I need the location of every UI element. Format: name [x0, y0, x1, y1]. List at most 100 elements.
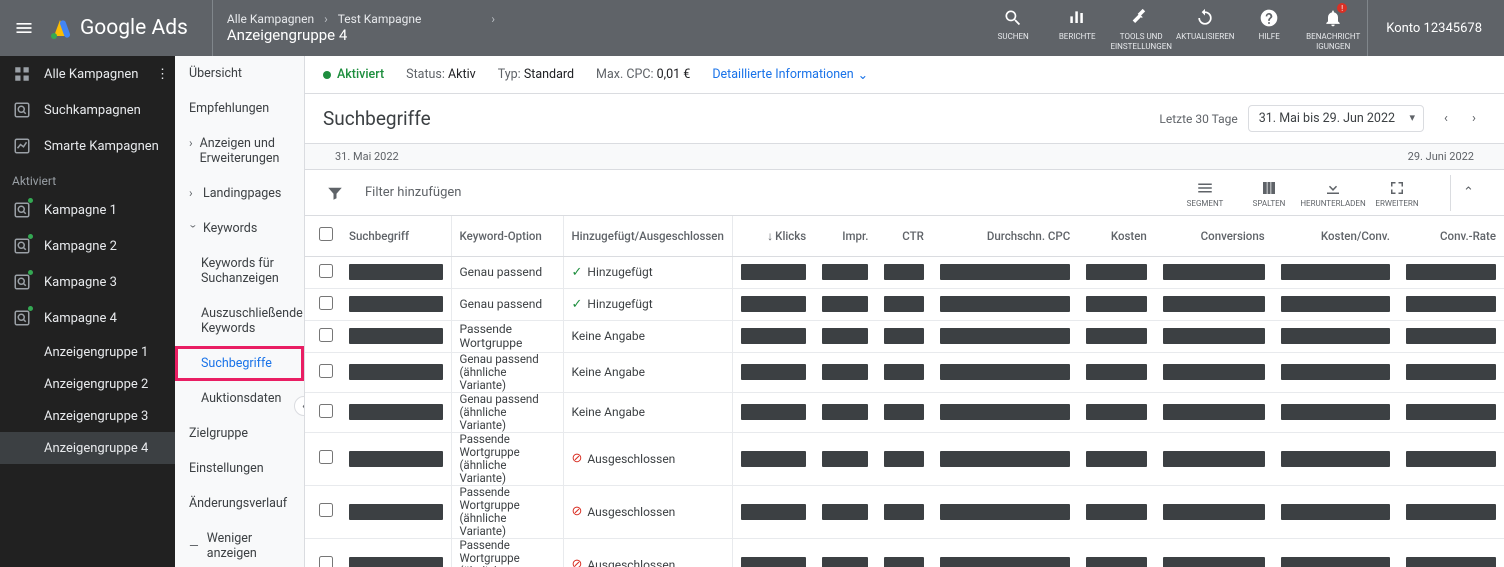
column-header[interactable]: Suchbegriff: [341, 216, 451, 256]
tool-segment-button[interactable]: SEGMENT: [1176, 176, 1234, 210]
table-row: Passende Wortgruppe(ähnliche Variante)⊘A…: [305, 485, 1504, 538]
breadcrumb-root[interactable]: Alle Kampagnen: [227, 12, 314, 26]
nav2-item[interactable]: Änderungsverlauf: [175, 486, 304, 521]
nav1-campaign[interactable]: Kampagne 1: [0, 192, 175, 228]
nav1-campaign[interactable]: Kampagne 2: [0, 228, 175, 264]
redacted-value: [884, 557, 923, 567]
nav2-subitem[interactable]: Auszuschließende Keywords: [175, 296, 304, 346]
column-header[interactable]: Kosten: [1078, 216, 1155, 256]
status-dot-icon: [28, 306, 33, 311]
nav2-item[interactable]: Übersicht: [175, 56, 304, 91]
date-range-selector[interactable]: 31. Mai bis 29. Jun 2022: [1248, 105, 1424, 132]
column-header[interactable]: Durchschn. CPC: [932, 216, 1078, 256]
redacted-value: [1406, 296, 1496, 312]
block-icon: ⊘: [572, 451, 583, 466]
column-header[interactable]: Kosten/Conv.: [1273, 216, 1398, 256]
redacted-value: [940, 264, 1070, 280]
nav2-show-less[interactable]: Weniger anzeigen: [175, 521, 304, 567]
nav1-item-suchkampagnen[interactable]: Suchkampagnen: [0, 92, 175, 128]
select-all-checkbox[interactable]: [319, 227, 333, 241]
redacted-value: [1163, 328, 1265, 344]
nav1-adgroup[interactable]: Anzeigengruppe 2: [0, 368, 175, 400]
header-reports-button[interactable]: BERICHTE: [1049, 0, 1105, 42]
filter-input[interactable]: Filter hinzufügen: [365, 185, 1158, 200]
filter-icon[interactable]: [323, 181, 347, 205]
redacted-value: [884, 451, 923, 467]
row-checkbox[interactable]: [319, 503, 333, 517]
header-tools-button[interactable]: TOOLS UND EINSTELLUNGEN: [1113, 0, 1169, 52]
column-header[interactable]: ↓Klicks: [732, 216, 814, 256]
nav1-adgroup[interactable]: Anzeigengruppe 4: [0, 432, 175, 464]
nav2-item[interactable]: Empfehlungen: [175, 91, 304, 126]
added-status: Keine Angabe: [572, 365, 724, 379]
header-notifications-button[interactable]: BENACHRICHT IGUNGEN!: [1305, 0, 1361, 52]
redacted-value: [940, 296, 1070, 312]
filter-bar: Filter hinzufügen SEGMENTSPALTENHERUNTER…: [305, 170, 1504, 216]
product-logo[interactable]: Google Ads: [48, 16, 188, 40]
nav2-subitem[interactable]: Auktionsdaten: [175, 381, 304, 416]
nav2-item[interactable]: Zielgruppe: [175, 416, 304, 451]
column-header[interactable]: Impr.: [814, 216, 876, 256]
redacted-term: [349, 328, 443, 344]
nav1-campaign[interactable]: Kampagne 4: [0, 300, 175, 336]
nav2-item[interactable]: Keywords: [175, 211, 304, 246]
nav1-campaign[interactable]: Kampagne 3: [0, 264, 175, 300]
collapse-chart-button[interactable]: ⌃: [1450, 175, 1486, 211]
redacted-value: [1163, 557, 1265, 567]
header-search-button[interactable]: SUCHEN: [985, 0, 1041, 42]
prev-period-button[interactable]: ‹: [1434, 107, 1458, 131]
breadcrumb-campaign[interactable]: Test Kampagne: [338, 12, 422, 26]
nav1-item-smarte-kampagnen[interactable]: Smarte Kampagnen: [0, 128, 175, 164]
column-header[interactable]: Conv.-Rate: [1398, 216, 1504, 256]
download-icon: [1323, 178, 1343, 198]
nav2-item[interactable]: Landingpages: [175, 176, 304, 211]
row-checkbox[interactable]: [319, 264, 333, 278]
keyword-option: Genau passend: [451, 288, 563, 320]
nav2-subitem[interactable]: Keywords für Suchanzeigen: [175, 246, 304, 296]
status-dot-icon: [28, 234, 33, 239]
nav1-item-alle-kampagnen[interactable]: Alle Kampagnen⋮: [0, 56, 175, 92]
expand-icon: [1387, 178, 1407, 198]
row-checkbox[interactable]: [319, 296, 333, 310]
search-icon: [1001, 6, 1025, 30]
row-checkbox[interactable]: [319, 328, 333, 342]
chart-strip: 31. Mai 2022 29. Juni 2022: [305, 144, 1504, 170]
redacted-value: [1406, 451, 1496, 467]
nav2-subitem[interactable]: Suchbegriffe: [175, 346, 304, 381]
redacted-term: [349, 264, 443, 280]
column-header[interactable]: CTR: [876, 216, 931, 256]
table-row: Genau passend✓Hinzugefügt: [305, 288, 1504, 320]
header-refresh-button[interactable]: AKTUALISIEREN: [1177, 0, 1233, 42]
redacted-value: [940, 404, 1070, 420]
check-icon: ✓: [572, 297, 583, 312]
tool-download-button[interactable]: HERUNTERLADEN: [1304, 176, 1362, 210]
more-icon[interactable]: ⋮: [156, 67, 169, 82]
nav2-item[interactable]: Anzeigen und Erweiterungen: [175, 126, 304, 176]
row-checkbox[interactable]: [319, 450, 333, 464]
column-header[interactable]: Conversions: [1155, 216, 1273, 256]
column-header[interactable]: Keyword-Option: [451, 216, 563, 256]
keyword-option: Genau passend(ähnliche Variante): [451, 352, 563, 392]
status-enabled[interactable]: Aktiviert: [323, 67, 384, 82]
nav2-item[interactable]: Einstellungen: [175, 451, 304, 486]
nav1-adgroup[interactable]: Anzeigengruppe 3: [0, 400, 175, 432]
added-status: ⊘Ausgeschlossen: [572, 557, 724, 567]
redacted-value: [822, 404, 868, 420]
column-header[interactable]: Hinzugefügt/Ausgeschlossen: [563, 216, 732, 256]
redacted-value: [1281, 296, 1390, 312]
redacted-value: [741, 504, 806, 520]
sort-desc-icon: ↓: [767, 229, 773, 243]
details-link[interactable]: Detaillierte Informationen ⌄: [712, 67, 868, 83]
row-checkbox[interactable]: [319, 364, 333, 378]
next-period-button[interactable]: ›: [1462, 107, 1486, 131]
row-checkbox[interactable]: [319, 556, 333, 567]
breadcrumb-current[interactable]: Anzeigengruppe 4: [227, 26, 495, 44]
menu-icon[interactable]: [12, 16, 36, 40]
account-label[interactable]: Konto 12345678: [1367, 0, 1492, 56]
row-checkbox[interactable]: [319, 404, 333, 418]
header-help-button[interactable]: HILFE: [1241, 0, 1297, 42]
tool-expand-button[interactable]: ERWEITERN: [1368, 176, 1426, 210]
tool-columns-button[interactable]: SPALTEN: [1240, 176, 1298, 210]
title-bar: Suchbegriffe Letzte 30 Tage 31. Mai bis …: [305, 94, 1504, 144]
nav1-adgroup[interactable]: Anzeigengruppe 1: [0, 336, 175, 368]
